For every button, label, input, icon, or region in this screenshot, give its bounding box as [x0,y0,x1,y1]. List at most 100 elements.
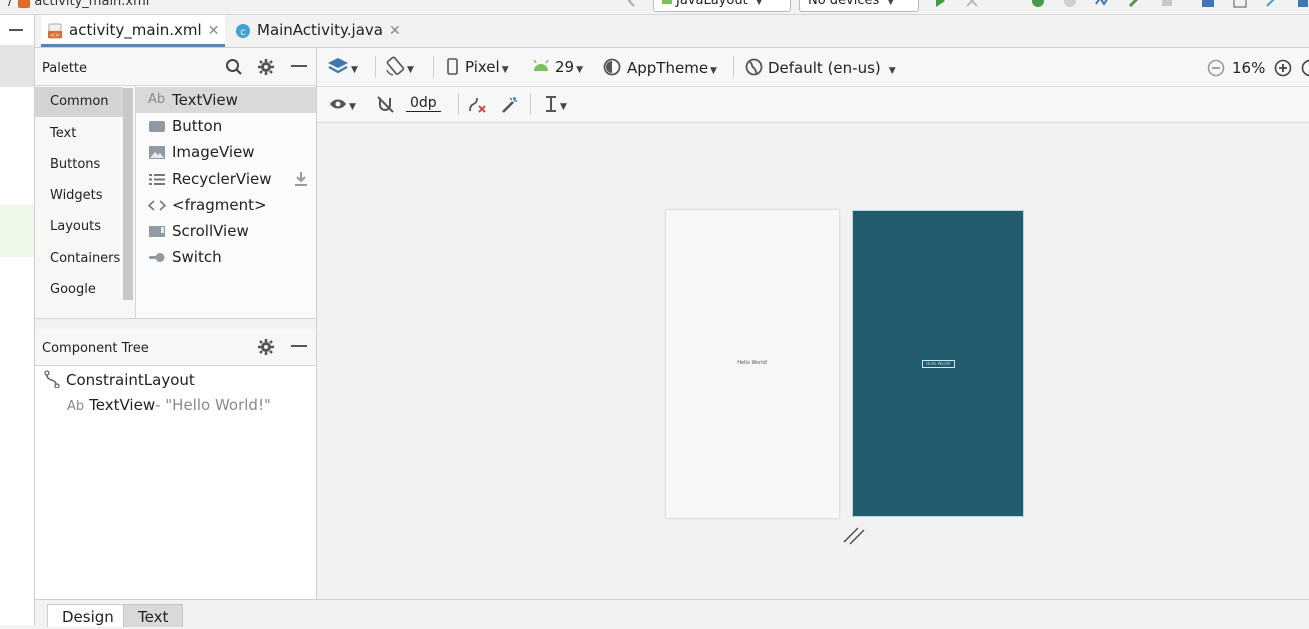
gear-icon[interactable] [257,338,275,356]
breadcrumb[interactable]: /activity_main.xml [8,0,149,9]
coverage-icon[interactable] [1128,0,1142,8]
resize-handle-icon[interactable] [843,521,867,545]
theme-selector[interactable]: AppTheme▼ [603,58,717,77]
palette-item-recyclerview[interactable]: RecyclerView [136,166,316,192]
download-icon[interactable] [293,171,309,187]
close-icon[interactable]: ✕ [208,23,220,39]
palette-category-google[interactable]: Google [35,275,123,305]
hello-world-preview[interactable]: Hello World! [666,360,839,366]
stop-icon[interactable] [1160,0,1174,8]
layers-icon [327,57,349,75]
back-arrow-icon[interactable] [625,0,639,8]
design-preview-surface[interactable]: Hello World! [666,210,839,518]
chevron-down-icon: ▼ [351,65,358,75]
palette-category-scrollbar[interactable] [123,88,133,300]
guidelines-button[interactable]: ▼ [544,95,567,113]
palette-item-imageview[interactable]: ImageView [136,139,316,165]
locale-selector[interactable]: Default (en-us)▼ [745,58,896,77]
attach-debugger-icon[interactable] [1095,0,1109,8]
textview-icon: Ab [148,87,166,100]
editor-tab-bar: <>activity_main.xml✕ cMainActivity.java✕ [35,15,1309,48]
rotate-icon [385,56,405,76]
device-selector[interactable]: Pixel▼ [447,58,509,76]
android-icon [532,59,550,73]
tree-node-constraintlayout[interactable]: ConstraintLayout [44,370,195,389]
toolbar-separator [375,56,376,78]
palette-category-buttons[interactable]: Buttons [35,150,123,180]
android-icon [662,0,672,4]
minimize-icon[interactable] [291,65,307,69]
design-surface-button[interactable]: ▼ [327,57,358,76]
chevron-down-icon: ▼ [560,102,567,112]
debug-icon[interactable] [1031,0,1045,8]
palette-item-list: Ab TextView Button ImageView RecyclerVie… [136,86,316,318]
tab-label: MainActivity.java [257,21,383,39]
xml-file-icon: <> [47,23,63,39]
zoom-fit-icon[interactable] [1301,59,1309,77]
toolbar-separator [733,56,734,78]
blueprint-textview-label: Hello World! [923,360,954,368]
palette-category-containers[interactable]: Containers [35,244,123,274]
palette-title: Palette [42,61,87,76]
autoconnect-off-icon[interactable] [376,95,396,115]
scrollview-icon [148,225,166,238]
phone-icon [447,58,459,75]
chevron-down-icon: ▼ [349,102,356,112]
run-config-combo[interactable]: JavaLayout▼ [653,0,791,12]
button-icon [148,120,166,133]
chevron-down-icon: ▼ [710,66,717,76]
search-icon[interactable] [225,58,243,76]
gear-icon[interactable] [257,58,275,76]
tab-design[interactable]: Design [47,604,129,627]
minimize-icon[interactable] [9,29,23,31]
palette-item-button[interactable]: Button [136,113,316,139]
globe-icon [745,58,763,76]
default-margin-button[interactable]: 0dp [406,95,441,112]
blueprint-surface[interactable]: Hello World! [852,210,1024,517]
blueprint-textview[interactable]: Hello World! [922,360,955,368]
tab-label: activity_main.xml [69,21,202,39]
palette-category-layouts[interactable]: Layouts [35,212,123,242]
zoom-in-icon[interactable] [1274,59,1292,77]
zoom-level: 16% [1232,59,1265,77]
magic-wand-icon[interactable] [500,95,520,115]
run-icon[interactable] [933,0,947,8]
textview-icon: Ab [67,399,84,414]
palette-category-text[interactable]: Text [35,119,123,149]
clear-constraints-icon[interactable] [467,95,489,115]
orientation-button[interactable]: ▼ [385,56,414,76]
palette-item-scrollview[interactable]: ScrollView [136,218,316,244]
breadcrumb-separator: / [8,0,12,9]
minimize-icon[interactable] [291,345,307,349]
zoom-out-icon[interactable] [1207,59,1225,77]
tab-mainactivity-java[interactable]: cMainActivity.java✕ [229,15,407,46]
apply-changes-icon[interactable] [965,0,979,8]
editor-mode-tabs: Design Text [35,599,1309,626]
profile-icon[interactable] [1063,0,1077,8]
device-combo[interactable]: No devices▼ [799,0,919,12]
layout-toolbar: ▼ 0dp ▼ [317,87,1309,123]
component-tree: ConstraintLayout AbTextView- "Hello Worl… [35,366,316,599]
toolbar-separator [530,93,531,115]
api-level-selector[interactable]: 29▼ [532,58,583,76]
sdk-manager-icon[interactable] [1201,0,1215,8]
view-options-button[interactable]: ▼ [329,95,356,113]
top-navigation-bar: /activity_main.xml JavaLayout▼ No device… [0,0,1309,15]
palette-item-switch[interactable]: Switch [136,244,316,270]
palette-item-fragment[interactable]: <fragment> [136,192,316,218]
palette-item-textview[interactable]: Ab TextView [136,87,316,113]
chevron-down-icon: ▼ [756,0,763,7]
tab-activity-main-xml[interactable]: <> activity_main.xml ✕ [41,15,225,47]
palette-header: Palette [35,48,316,86]
palette-category-list: Common Text Buttons Widgets Layouts Cont… [35,86,136,318]
tab-text[interactable]: Text [123,604,183,627]
palette-category-common[interactable]: Common [35,87,123,117]
avd-manager-icon[interactable] [1233,0,1247,8]
search-everywhere-icon[interactable] [1297,0,1309,8]
layout-inspector-icon[interactable] [1265,0,1279,8]
toolbar-separator [458,93,459,115]
palette-category-widgets[interactable]: Widgets [35,181,123,211]
tree-node-textview[interactable]: AbTextView- "Hello World!" [67,396,271,414]
close-icon[interactable]: ✕ [389,23,401,39]
eye-icon [329,97,347,111]
